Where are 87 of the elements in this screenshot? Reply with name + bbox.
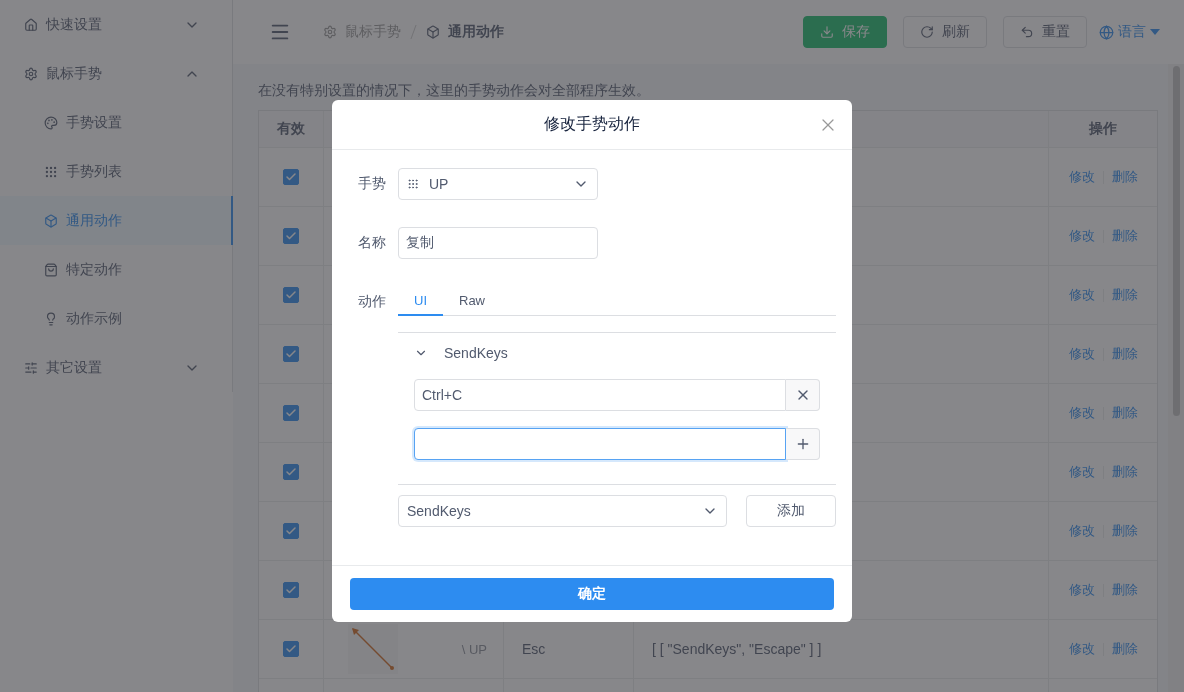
sidebar-item[interactable]: 手势列表 (0, 147, 232, 196)
add-button[interactable] (786, 428, 820, 460)
sidebar-item[interactable]: 动作示例 (0, 294, 232, 343)
delete-link[interactable]: 删除 (1111, 640, 1138, 658)
cube-icon (44, 213, 58, 228)
save-button[interactable]: 保存 (803, 16, 887, 48)
checkbox[interactable] (283, 228, 299, 244)
field-label: 手势 (358, 175, 387, 193)
edit-link[interactable]: 修改 (1068, 286, 1095, 304)
table-cell: [ [ "SendKeys", "Escape" ] ] (652, 641, 822, 657)
palette-icon (44, 115, 58, 130)
check-icon (285, 289, 297, 301)
gesture-select[interactable]: UP (398, 168, 598, 200)
confirm-button[interactable]: 确定 (350, 578, 834, 610)
scrollbar[interactable] (1168, 64, 1184, 692)
checkbox[interactable] (283, 641, 299, 657)
checkbox[interactable] (283, 464, 299, 480)
tab[interactable]: UI (398, 286, 443, 316)
delete-link[interactable]: 删除 (1111, 168, 1138, 186)
check-icon (285, 466, 297, 478)
sidebar-item[interactable]: 通用动作 (0, 196, 233, 245)
checkbox[interactable] (283, 405, 299, 421)
edit-link[interactable]: 修改 (1068, 345, 1095, 363)
lightbulb-icon (44, 311, 58, 326)
check-icon (285, 171, 297, 183)
edit-link[interactable]: 修改 (1068, 581, 1095, 599)
sliders-icon (24, 360, 38, 375)
breadcrumb-item: 通用动作 (448, 23, 504, 41)
checkbox[interactable] (283, 169, 299, 185)
home-icon (24, 17, 38, 32)
delete-link[interactable]: 删除 (1111, 404, 1138, 422)
edit-link[interactable]: 修改 (1068, 404, 1095, 422)
dialog-title: 修改手势动作 (544, 114, 640, 134)
checkbox[interactable] (283, 346, 299, 362)
download-icon (820, 25, 834, 39)
undo-icon (1020, 25, 1034, 39)
sidebar-item[interactable]: 快速设置 (0, 0, 232, 49)
sidebar-item[interactable]: 手势设置 (0, 98, 232, 147)
delete-link[interactable]: 删除 (1111, 286, 1138, 304)
globe-icon (1099, 24, 1114, 40)
gear-icon (323, 25, 337, 39)
table-cell: Esc (522, 641, 546, 657)
notice-text: 在没有特别设置的情况下，这里的手势动作会对全部程序生效。 (258, 82, 651, 100)
grid-icon (407, 178, 419, 190)
field-label: 名称 (358, 234, 387, 252)
delete-link[interactable]: 删除 (1111, 345, 1138, 363)
refresh-button[interactable]: 刷新 (903, 16, 987, 48)
edit-link[interactable]: 修改 (1068, 168, 1095, 186)
gear-icon (24, 66, 38, 81)
grid-icon (44, 164, 58, 179)
edit-link[interactable]: 修改 (1068, 463, 1095, 481)
checkbox[interactable] (283, 582, 299, 598)
delete-link[interactable]: 删除 (1111, 522, 1138, 540)
cube-icon (426, 25, 440, 39)
check-icon (285, 584, 297, 596)
delete-link[interactable]: 删除 (1111, 463, 1138, 481)
column-header: 操作 (1088, 119, 1118, 138)
key-input[interactable] (414, 428, 786, 460)
add-button[interactable]: 添加 (746, 495, 836, 527)
check-icon (285, 348, 297, 360)
tab[interactable]: Raw (443, 286, 501, 316)
check-icon (285, 407, 297, 419)
edit-link[interactable]: 修改 (1068, 522, 1095, 540)
column-header: 有效 (259, 111, 324, 147)
checkbox[interactable] (283, 287, 299, 303)
checkbox[interactable] (283, 523, 299, 539)
remove-button[interactable] (786, 379, 820, 411)
caret-icon (1150, 29, 1160, 35)
bag-icon (44, 262, 58, 277)
action-select[interactable]: SendKeys (398, 495, 727, 527)
key-input[interactable]: Ctrl+C (414, 379, 786, 411)
delete-link[interactable]: 删除 (1111, 227, 1138, 245)
language-menu[interactable]: 语言 (1099, 23, 1160, 41)
delete-link[interactable]: 删除 (1111, 581, 1138, 599)
sidebar-item[interactable]: 特定动作 (0, 245, 232, 294)
collapse-header[interactable]: SendKeys (398, 341, 508, 365)
refresh-icon (920, 25, 934, 39)
check-icon (285, 643, 297, 655)
field-label: 动作 (358, 293, 387, 311)
edit-link[interactable]: 修改 (1068, 227, 1095, 245)
sidebar-item[interactable]: 鼠标手势 (0, 49, 232, 98)
sidebar-item[interactable]: 其它设置 (0, 343, 232, 392)
edit-link[interactable]: 修改 (1068, 640, 1095, 658)
check-icon (285, 230, 297, 242)
check-icon (285, 525, 297, 537)
name-input[interactable]: 复制 (398, 227, 598, 259)
reset-button[interactable]: 重置 (1003, 16, 1087, 48)
